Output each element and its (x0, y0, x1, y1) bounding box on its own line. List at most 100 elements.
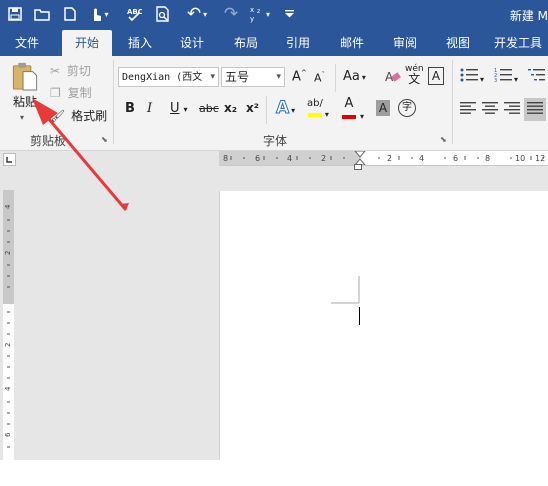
superscript-qat-icon[interactable]: x y z ▾ (248, 4, 270, 24)
svg-text:3: 3 (494, 78, 497, 82)
subscript-button[interactable]: x₂ (224, 101, 237, 115)
change-case-label: Aa (343, 69, 360, 84)
font-group-label: 字体 (263, 134, 288, 148)
tab-home[interactable]: 开始 (62, 30, 112, 56)
document-page[interactable] (219, 191, 548, 460)
underline-button[interactable]: U ▾ (170, 101, 188, 116)
customize-qat-icon[interactable] (282, 4, 296, 24)
svg-text:4: 4 (419, 154, 424, 163)
font-name-combo[interactable]: DengXian (西文 ▾ (118, 67, 219, 87)
svg-text:4: 4 (4, 386, 12, 391)
tab-review[interactable]: 审阅 (385, 30, 425, 56)
tab-view[interactable]: 视图 (438, 30, 478, 56)
cut-button[interactable]: ✂ 剪切 (50, 62, 91, 79)
tab-stop-selector[interactable] (3, 153, 16, 166)
svg-text:8: 8 (485, 154, 490, 163)
svg-text:6: 6 (255, 154, 260, 163)
numbering-icon[interactable]: 1 2 3 ▾ (494, 68, 518, 85)
italic-button[interactable]: I (147, 101, 152, 116)
align-center-icon[interactable] (482, 102, 498, 117)
shrink-font-icon[interactable]: Aˇ (314, 71, 325, 85)
horizontal-ruler[interactable]: 8 6 4 2 2 4 6 8 10 12 (219, 151, 548, 166)
spelling-check-icon[interactable]: ABC (124, 4, 144, 24)
ribbon-tabs: 文件 开始 插入 设计 布局 引用 邮件 审阅 视图 开发工具 (0, 30, 548, 56)
group-divider (266, 96, 267, 124)
svg-text:y: y (250, 15, 254, 23)
svg-text:10: 10 (515, 154, 525, 163)
font-size-combo[interactable]: 五号 ▾ (221, 67, 285, 87)
undo-icon[interactable]: ↶ ▾ (182, 4, 212, 24)
copy-icon: ❐ (50, 86, 61, 100)
bullets-icon[interactable]: ▾ (460, 68, 484, 85)
text-effects-icon[interactable]: A ▾ (275, 98, 295, 119)
paintbrush-icon: 🖌 (50, 109, 66, 123)
align-left-icon[interactable] (460, 102, 476, 117)
window-title: 新建 M (509, 9, 548, 23)
phonetic-guide-icon[interactable]: wén 文 (405, 64, 424, 86)
tab-file[interactable]: 文件 (6, 30, 48, 56)
group-divider (452, 60, 453, 144)
touch-mode-icon[interactable]: ▾ (86, 4, 112, 24)
svg-text:x: x (250, 6, 254, 14)
svg-text:2: 2 (4, 343, 12, 347)
character-shading-icon[interactable]: A (376, 100, 390, 116)
scissors-icon: ✂ (50, 64, 61, 78)
highlight-color-icon[interactable]: ab/▾ (307, 98, 329, 120)
margin-corner-mark (331, 276, 360, 304)
justify-icon[interactable] (524, 98, 546, 121)
clipboard-group-label: 剪贴板 (30, 134, 67, 148)
font-name-value: DengXian (西文 (122, 72, 203, 83)
svg-text:4: 4 (287, 154, 292, 163)
left-indent-marker[interactable] (354, 164, 362, 170)
change-case-icon[interactable]: Aa ▾ (343, 69, 366, 84)
tab-mailings[interactable]: 邮件 (332, 30, 372, 56)
character-border-icon[interactable]: A (428, 67, 444, 85)
redo-icon[interactable]: ↷ (222, 4, 240, 24)
tab-design[interactable]: 设计 (172, 30, 212, 56)
svg-text:2: 2 (387, 154, 392, 163)
print-preview-icon[interactable] (154, 4, 172, 24)
new-document-icon[interactable] (62, 4, 78, 24)
svg-text:ABC: ABC (127, 8, 142, 16)
multilevel-list-icon[interactable] (528, 68, 546, 85)
tab-layout[interactable]: 布局 (226, 30, 266, 56)
chevron-down-icon: ▾ (210, 72, 215, 82)
tab-developer[interactable]: 开发工具 (494, 30, 548, 56)
svg-text:4: 4 (4, 204, 12, 209)
copy-button[interactable]: ❐ 复制 (50, 84, 92, 101)
redo-glyph: ↷ (223, 4, 239, 24)
clear-formatting-icon[interactable]: A (385, 68, 401, 87)
document-area (0, 151, 548, 486)
svg-text:6: 6 (453, 154, 458, 163)
enclose-characters-icon[interactable]: 字 (398, 99, 416, 117)
format-painter-label: 格式刷 (71, 109, 108, 123)
vertical-ruler[interactable]: 4 2 2 4 6 (3, 190, 14, 460)
paste-dropdown-icon[interactable]: ▾ (20, 113, 24, 122)
bold-button[interactable]: B (125, 101, 135, 116)
tab-insert[interactable]: 插入 (120, 30, 160, 56)
strikethrough-button[interactable]: abc (199, 102, 219, 115)
copy-label: 复制 (67, 86, 92, 100)
svg-text:6: 6 (4, 432, 12, 437)
tab-references[interactable]: 引用 (278, 30, 318, 56)
paste-button[interactable]: 粘贴 (8, 60, 42, 110)
clipboard-icon (12, 62, 38, 91)
format-painter-button[interactable]: 🖌 格式刷 (50, 107, 107, 124)
save-icon[interactable] (6, 4, 24, 24)
font-color-icon[interactable]: A ▾ (342, 96, 364, 122)
svg-text:8: 8 (223, 154, 228, 163)
undo-glyph: ↶ (186, 4, 202, 24)
svg-text:z: z (257, 8, 260, 15)
font-color-letter: A (344, 96, 354, 111)
group-divider (113, 60, 114, 144)
ribbon: 粘贴 ▾ ✂ 剪切 ❐ 复制 🖌 格式刷 剪贴板 ⬊ DengXian (西文 … (0, 56, 548, 151)
font-launcher-icon[interactable]: ⬊ (440, 135, 447, 144)
superscript-button[interactable]: x² (246, 101, 259, 115)
cut-label: 剪切 (66, 64, 91, 78)
open-folder-icon[interactable] (32, 4, 52, 24)
bottom-margin (0, 460, 548, 486)
grow-font-icon[interactable]: A^ (292, 69, 307, 84)
clipboard-launcher-icon[interactable]: ⬊ (101, 135, 108, 144)
ruler-ticks: 8 6 4 2 2 4 6 8 10 12 (223, 151, 545, 165)
align-right-icon[interactable] (504, 102, 520, 117)
